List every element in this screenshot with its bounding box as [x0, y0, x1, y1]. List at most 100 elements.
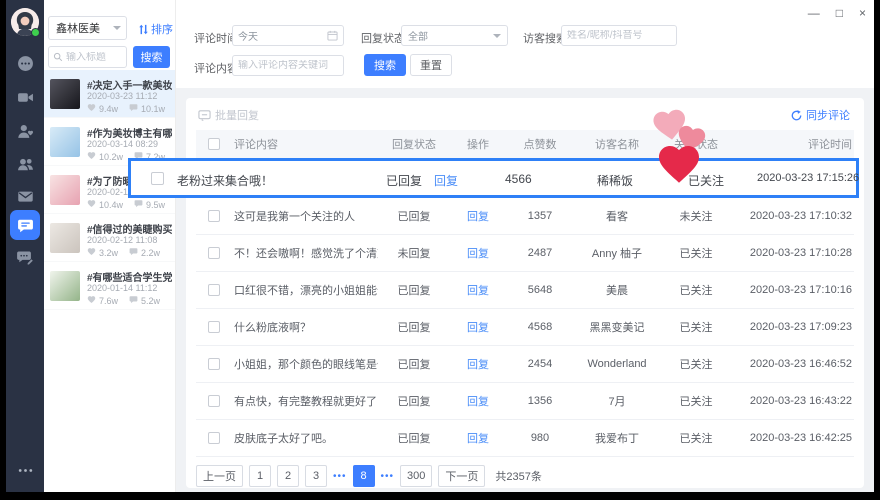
video-thumbnail — [50, 79, 80, 109]
user-group-icon — [17, 156, 34, 173]
cell-visitor-name: 看客 — [574, 208, 660, 224]
row-checkbox[interactable] — [208, 284, 220, 296]
cell-comment-time: 2020-03-23 16:46:52 — [732, 358, 854, 370]
reply-action-link[interactable]: 回复 — [434, 172, 458, 189]
comment-time-input[interactable] — [238, 30, 323, 41]
page-button-last[interactable]: 300 — [400, 465, 432, 487]
main-area: — □ × 评论时间 回复状态 全部 访客搜索 评论内容 搜索 重置 — [176, 0, 874, 492]
sidebar-item-mail[interactable] — [6, 181, 44, 211]
ellipsis-right[interactable]: ••• — [381, 471, 395, 482]
select-all-checkbox[interactable] — [208, 138, 220, 150]
title-search-input[interactable] — [66, 52, 122, 63]
reply-status-select[interactable]: 全部 — [401, 25, 508, 46]
chevron-down-icon — [493, 34, 501, 42]
cell-comment-content: 什么粉底液啊？ — [232, 319, 378, 335]
cell-visitor-name: 美晨 — [574, 282, 660, 298]
account-select[interactable]: 鑫林医美 — [48, 16, 127, 40]
sync-refresh-icon — [791, 110, 802, 121]
title-search-button[interactable]: 搜索 — [133, 46, 170, 68]
reply-status-label: 回复状态 — [361, 30, 405, 46]
sort-button[interactable]: 排序 — [138, 21, 173, 37]
video-stats: 7.6w5.2w — [87, 295, 160, 306]
cell-comment-time: 2020-03-23 17:15:26 — [757, 172, 859, 184]
like-icon — [87, 103, 96, 114]
reply-action-link[interactable]: 回复 — [467, 211, 489, 223]
next-page-button[interactable]: 下一页 — [438, 465, 485, 487]
user-avatar[interactable] — [11, 8, 39, 36]
cell-reply-status: 已回复 — [378, 393, 450, 409]
table-row[interactable]: 什么粉底液啊？已回复回复4568黑黑变美记已关注2020-03-23 17:09… — [196, 309, 854, 346]
cell-reply-status: 未回复 — [378, 245, 450, 261]
sync-comments-button[interactable]: 同步评论 — [791, 107, 850, 123]
cell-likes: 1357 — [506, 210, 574, 222]
comment-content-input[interactable] — [238, 60, 338, 71]
cell-reply-status: 已回复 — [378, 282, 450, 298]
sync-comments-label: 同步评论 — [806, 107, 850, 123]
title-search-box — [48, 46, 127, 68]
page-button-3[interactable]: 3 — [305, 465, 327, 487]
header-likes: 点赞数 — [506, 136, 574, 152]
ellipsis-left[interactable]: ••• — [333, 471, 347, 482]
video-stats: 3.2w2.2w — [87, 247, 160, 258]
row-checkbox[interactable] — [208, 247, 220, 259]
video-title: #信得过的美睫购买渠道 — [87, 221, 172, 236]
reply-action-link[interactable]: 回复 — [467, 359, 489, 371]
row-checkbox[interactable] — [208, 321, 220, 333]
sidebar-item-video-camera[interactable] — [6, 82, 44, 112]
page-button-2[interactable]: 2 — [277, 465, 299, 487]
video-list-item[interactable]: #信得过的美睫购买渠道2020-02-12 11:083.2w2.2w — [44, 214, 175, 262]
visitor-search-input[interactable] — [567, 30, 671, 41]
like-icon — [87, 199, 96, 210]
like-count: 7.6w — [99, 296, 118, 306]
minimize-button[interactable]: — — [808, 7, 820, 19]
cell-comment-time: 2020-03-23 16:43:22 — [732, 395, 854, 407]
cell-likes: 5648 — [506, 284, 574, 296]
row-checkbox[interactable] — [208, 432, 220, 444]
table-row[interactable]: 不！还会嗷啊！感觉洗了个清爽的脸未回复回复2487Anny 柚子已关注2020-… — [196, 235, 854, 272]
reply-action-link[interactable]: 回复 — [467, 433, 489, 445]
row-checkbox[interactable] — [208, 358, 220, 370]
row-checkbox[interactable] — [208, 395, 220, 407]
prev-page-button[interactable]: 上一页 — [196, 465, 243, 487]
table-row[interactable]: 小姐姐，那个颜色的眼线笔是什么牌...已回复回复2454Wonderland已关… — [196, 346, 854, 383]
sidebar-item-user-group[interactable] — [6, 149, 44, 179]
video-list-item[interactable]: #决定入手一款美妆护肤...2020-03-23 11:129.4w10.1w — [44, 70, 175, 118]
sidebar-item-comment-edit[interactable] — [6, 242, 44, 272]
reply-action-link[interactable]: 回复 — [467, 322, 489, 334]
current-page-button[interactable]: 8 — [353, 465, 375, 487]
search-button[interactable]: 搜索 — [364, 54, 406, 76]
sidebar-item-chat-dots[interactable] — [6, 48, 44, 78]
close-button[interactable]: × — [859, 7, 866, 19]
maximize-button[interactable]: □ — [836, 7, 843, 19]
table-row[interactable]: 口红很不错，漂亮的小姐姐能告诉我...已回复回复5648美晨已关注2020-03… — [196, 272, 854, 309]
cell-visitor-name: 稀稀饭 — [597, 172, 633, 189]
video-list-item[interactable]: #有哪些适合学生党的素...2020-01-14 11:127.6w5.2w — [44, 262, 175, 310]
row-checkbox[interactable] — [151, 172, 164, 185]
cell-reply-status: 已回复 — [378, 319, 450, 335]
page-button-1[interactable]: 1 — [249, 465, 271, 487]
cell-follow-status: 已关注 — [660, 319, 732, 335]
highlighted-table-row[interactable]: 老粉过来集合哦！ 已回复 回复 4566 稀稀饭 已关注 2020-03-23 … — [128, 158, 859, 198]
table-row[interactable]: 有点快，有完整教程就更好了已回复回复13567月已关注2020-03-23 16… — [196, 383, 854, 420]
batch-reply-button[interactable]: 批量回复 — [198, 107, 259, 123]
cell-comment-content: 小姐姐，那个颜色的眼线笔是什么牌... — [232, 356, 378, 372]
comment-icon — [134, 199, 143, 210]
reset-button[interactable]: 重置 — [410, 54, 452, 76]
sidebar-item-more[interactable] — [6, 455, 44, 485]
reply-action-link[interactable]: 回复 — [467, 396, 489, 408]
cell-comment-content: 老粉过来集合哦！ — [177, 172, 273, 189]
sidebar-item-comment-bubble[interactable] — [10, 210, 40, 240]
row-checkbox[interactable] — [208, 210, 220, 222]
table-row[interactable]: 皮肤底子太好了吧。已回复回复980我爱布丁已关注2020-03-23 16:42… — [196, 420, 854, 457]
cell-comment-time: 2020-03-23 17:09:23 — [732, 321, 854, 333]
reply-action-link[interactable]: 回复 — [467, 285, 489, 297]
reply-action-link[interactable]: 回复 — [467, 248, 489, 260]
cell-likes: 980 — [506, 432, 574, 444]
like-count: 9.4w — [99, 104, 118, 114]
table-row[interactable]: 这可是我第一个关注的人已回复回复1357看客未关注2020-03-23 17:1… — [196, 198, 854, 235]
cell-visitor-name: 7月 — [574, 393, 660, 409]
sidebar-item-fan-heart[interactable] — [6, 116, 44, 146]
video-date: 2020-03-14 08:29 — [87, 139, 158, 149]
video-title: #决定入手一款美妆护肤... — [87, 77, 172, 92]
reply-status-value: 全部 — [408, 28, 428, 43]
